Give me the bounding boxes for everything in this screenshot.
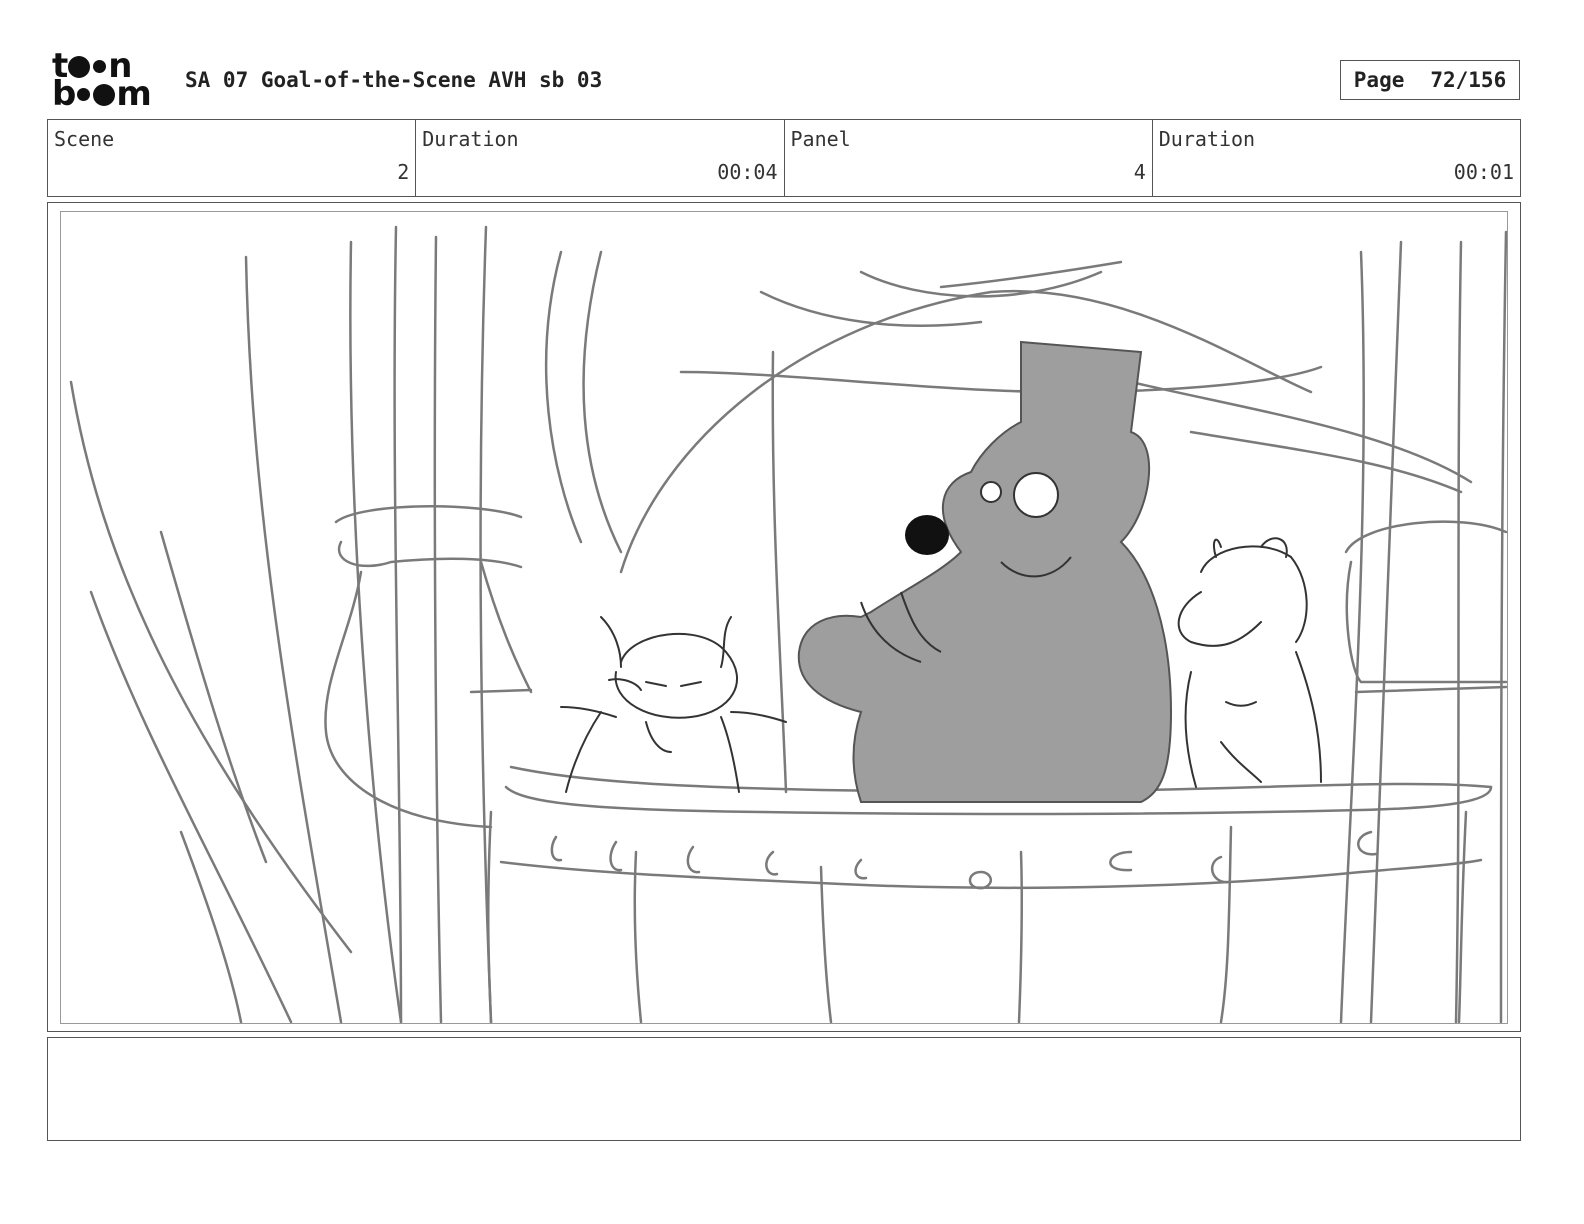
storyboard-sketch xyxy=(69,225,1507,1023)
panel-value: 4 xyxy=(1133,160,1146,184)
document-title: SA 07 Goal-of-the-Scene AVH sb 03 xyxy=(185,68,603,92)
panel-duration-cell: Duration 00:01 xyxy=(1153,120,1520,196)
scene-duration-cell: Duration 00:04 xyxy=(416,120,785,196)
panel-duration-value: 00:01 xyxy=(1453,160,1514,184)
page-label: Page xyxy=(1353,68,1405,92)
toon-boom-logo: tn bm xyxy=(52,46,152,114)
panel-notes-box xyxy=(47,1037,1521,1141)
scene-cell: Scene 2 xyxy=(48,120,417,196)
scene-duration-value: 00:04 xyxy=(717,160,778,184)
storyboard-panel-image xyxy=(60,211,1508,1024)
scene-duration-label: Duration xyxy=(422,127,519,151)
page-indicator: Page 72/156 xyxy=(1340,60,1520,100)
panel-cell: Panel 4 xyxy=(785,120,1153,196)
scene-value: 2 xyxy=(397,160,410,184)
panel-duration-label: Duration xyxy=(1158,127,1256,151)
scene-label: Scene xyxy=(54,127,115,151)
panel-label: Panel xyxy=(790,127,851,151)
storyboard-panel-frame xyxy=(47,202,1521,1032)
page-number: 72/156 xyxy=(1430,68,1507,92)
panel-info-bar: Scene 2 Duration 00:04 Panel 4 Duration … xyxy=(47,119,1521,197)
